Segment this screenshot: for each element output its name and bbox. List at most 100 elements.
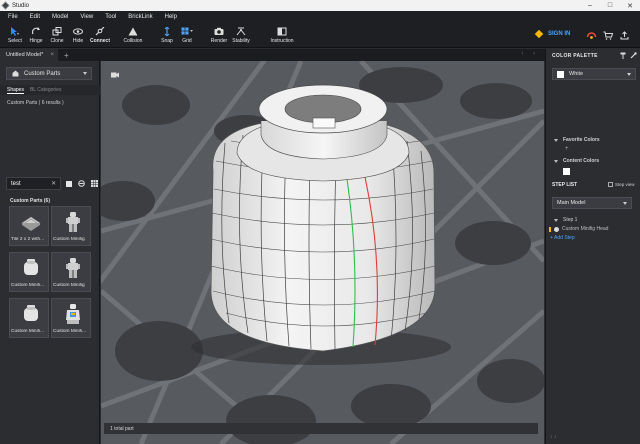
filter-icon[interactable] [78,180,85,187]
grid-tool[interactable]: Grid [175,26,199,44]
bricklink-coin-icon [534,29,544,39]
menu-bricklink[interactable]: BrickLink [128,14,152,20]
model-dropdown[interactable]: Main Model [552,197,632,209]
grid-view-icon[interactable] [91,180,98,187]
studio-logo-icon [1,1,10,10]
part-name: Custom Minifig [53,237,85,242]
add-tab-icon[interactable]: + [64,51,69,60]
step-label: Step 1 [563,217,578,223]
eyedropper-icon[interactable] [630,52,637,59]
document-tabs: Untitled Model* × + ‹ › [0,49,545,61]
collision-tool[interactable]: Collision [121,26,145,44]
status-bar: 1 total part [104,423,538,434]
window-controls: – □ ✕ [580,0,640,11]
tile-thumbnail-icon [21,216,41,231]
color-swatch [557,70,564,78]
paint-roller-icon[interactable] [620,52,627,59]
panel-resize-icon[interactable]: ↕ ↕ [550,434,556,440]
part-name: Custom Minifi... [11,329,45,334]
content-color-swatch[interactable] [563,168,570,175]
clone-icon [52,26,62,36]
part-name: Tile 2 x 2 with... [11,237,45,242]
parts-group-title: Custom Parts (6) [10,198,51,204]
color-dropdown[interactable]: White [552,68,636,80]
part-tile[interactable]: Tile 2 x 2 with... [9,206,49,246]
tab-untitled-model[interactable]: Untitled Model* × [0,49,58,61]
grid-icon [181,26,193,36]
content-colors-label: Content Colors [563,158,600,164]
part-name: Custom Minifi... [53,329,87,334]
search-input[interactable]: test ✕ [6,177,62,190]
menu-tool[interactable]: Tool [105,14,116,20]
part-minifig-head-2[interactable]: Custom Minifi... [9,298,49,338]
stability-tool[interactable]: Stability [229,26,253,44]
current-step-marker [549,226,551,232]
search-row: test ✕ [6,177,98,190]
library-label: Custom Parts [24,70,61,77]
connect-tool[interactable]: Connect [88,26,112,44]
library-dropdown[interactable]: Custom Parts [6,67,92,80]
content-colors-section[interactable]: Content Colors [554,158,599,164]
hide-tool[interactable]: Hide [66,26,90,44]
step-item[interactable]: Custom Minifig Head [549,226,608,232]
clear-search-icon[interactable]: ✕ [51,180,56,187]
part-name: Custom Minifig [53,283,85,288]
snap-icon [162,26,172,36]
panel-header: COLOR PALETTE [546,49,640,62]
part-name: Custom Minifi... [11,283,45,288]
step-view-checkbox[interactable] [608,182,613,187]
head-thumbnail-icon [24,259,38,275]
chevron-down-icon [83,72,87,75]
3d-viewport[interactable] [101,61,544,444]
panel-header-icons [617,52,637,59]
sign-in-label: SIGN IN [548,31,571,37]
cart-icon[interactable] [602,30,613,41]
color-filter-icon[interactable] [66,180,72,187]
connect-icon [95,26,105,36]
chevron-down-icon [623,202,627,205]
instruction-tool[interactable]: Instruction [270,26,294,44]
tab-label: Untitled Model* [6,52,44,58]
part-icon [554,226,559,232]
camera-icon[interactable] [111,72,119,80]
minimize-icon[interactable]: – [580,0,600,11]
part-minifig-head[interactable]: Custom Minifi... [9,252,49,292]
upload-icon[interactable] [619,30,630,41]
search-value: test [11,180,21,187]
step-1-header[interactable]: Step 1 [554,217,577,223]
chevron-down-icon [554,138,558,142]
render-tool[interactable]: Render [207,26,231,44]
color-palette-panel: COLOR PALETTE White Favorite Colors + Co… [545,49,640,444]
part-minifig[interactable]: Custom Minifig [51,206,91,246]
tab-scroll-icons[interactable]: ‹ › [521,51,539,57]
parts-grid: Tile 2 x 2 with... Custom Minifig Custom… [9,206,93,338]
model-label: Main Model [557,200,586,206]
part-minifig-2[interactable]: Custom Minifig [51,252,91,292]
instruction-icon [277,26,287,36]
close-tab-icon[interactable]: × [50,52,54,58]
step-view-toggle[interactable]: Step view [608,182,635,187]
menu-file[interactable]: File [8,14,18,20]
sign-in-button[interactable]: SIGN IN [534,29,571,39]
step-view-label: Step view [615,182,635,187]
menu-model[interactable]: Model [52,14,68,20]
add-favorite-icon[interactable]: + [565,146,569,152]
menu-edit[interactable]: Edit [30,14,40,20]
stability-icon [236,26,246,36]
tab-shapes[interactable]: Shapes [7,87,24,94]
add-step-button[interactable]: + Add Step [550,235,575,241]
title-bar: Studio – □ ✕ [0,0,640,11]
parts-library-icon [12,70,19,77]
tab-bl-categories[interactable]: BL Categories [30,87,62,93]
minifig-thumbnail-icon [66,212,80,232]
menu-view[interactable]: View [80,14,93,20]
close-icon[interactable]: ✕ [620,0,640,11]
minifig-thumbnail-icon [66,258,80,278]
favorite-colors-section[interactable]: Favorite Colors [554,137,600,143]
maximize-icon[interactable]: □ [600,0,620,11]
part-minifig-torso[interactable]: Custom Minifi... [51,298,91,338]
camera-icon [214,26,224,36]
gauge-icon[interactable] [586,30,597,41]
results-count: Custom Parts ( 6 results ) [7,100,64,106]
menu-help[interactable]: Help [165,14,177,20]
